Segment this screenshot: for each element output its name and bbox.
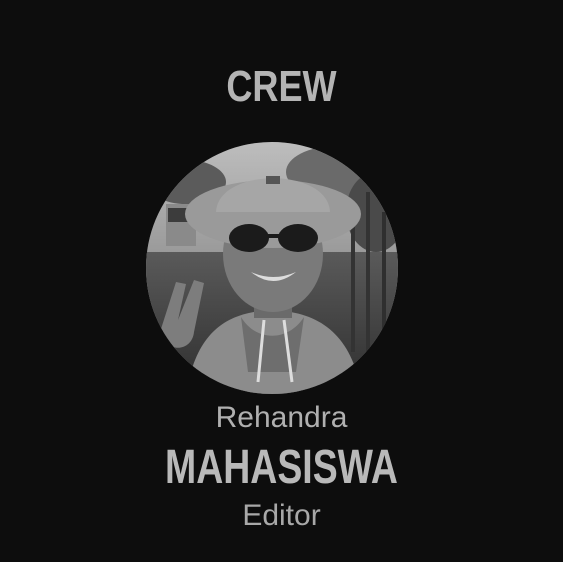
portrait-illustration bbox=[146, 142, 398, 394]
crew-last-name: MAHASISWA bbox=[165, 441, 398, 494]
crew-first-name: Rehandra bbox=[215, 401, 348, 434]
crew-card: CREW Rehandra MAHASISWA Editor bbox=[0, 0, 563, 562]
profile-photo bbox=[146, 142, 398, 394]
section-title: CREW bbox=[226, 62, 337, 111]
crew-role: Editor bbox=[242, 499, 321, 532]
